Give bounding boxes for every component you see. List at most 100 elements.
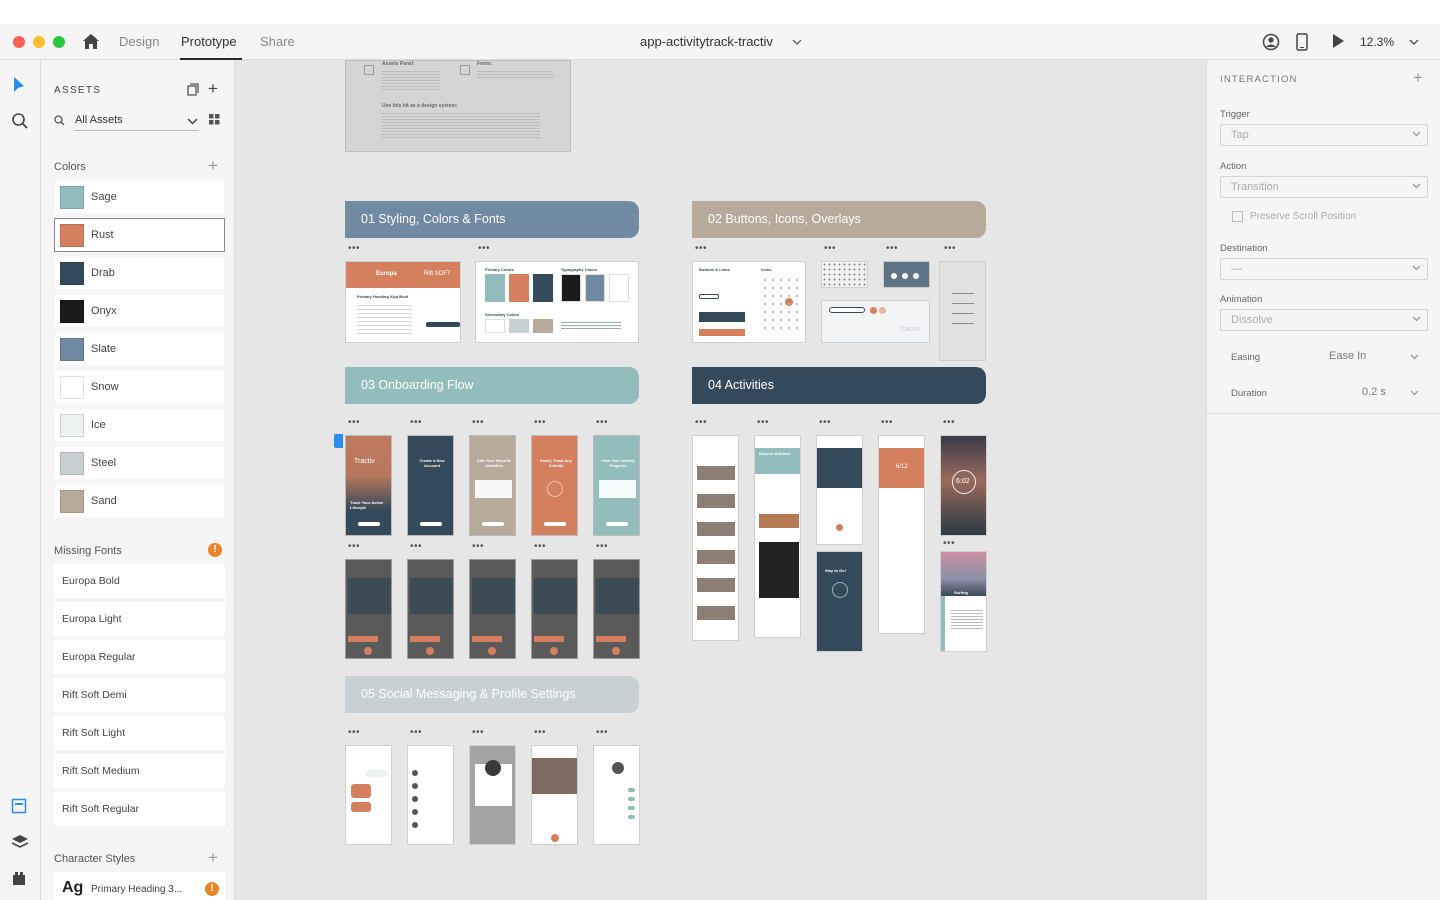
onboarding-screen[interactable]: Create a New Account	[407, 435, 454, 536]
onboarding-screen[interactable]: Track Your Active Lifestyle Tractiv	[345, 435, 392, 536]
activity-screen[interactable]	[816, 435, 863, 545]
onboarding-overlay-screen[interactable]	[593, 559, 640, 659]
onboarding-overlay-screen[interactable]	[345, 559, 392, 659]
onboarding-overlay-screen[interactable]	[531, 559, 578, 659]
maximize-window-button[interactable]	[53, 36, 65, 48]
activity-screen[interactable]: 6/12	[878, 435, 925, 634]
duration-chevron-icon[interactable]	[1410, 390, 1419, 396]
warning-icon[interactable]: !	[208, 543, 222, 557]
plugins-icon[interactable]	[11, 870, 27, 886]
play-icon[interactable]	[1331, 33, 1345, 49]
destination-select[interactable]: —	[1220, 258, 1428, 280]
artboard-menu-dots[interactable]: •••	[478, 244, 490, 254]
social-screen[interactable]	[407, 745, 454, 845]
color-row-onyx[interactable]: Onyx	[54, 294, 225, 328]
color-row-slate[interactable]: Slate	[54, 332, 225, 366]
artboard-menu-dots[interactable]: •••	[348, 418, 360, 428]
artboard-modal[interactable]: Tractiv	[821, 300, 930, 343]
tab-prototype[interactable]: Prototype	[181, 34, 237, 49]
social-screen[interactable]	[469, 745, 516, 845]
section-banner-buttons[interactable]: 02 Buttons, Icons, Overlays	[692, 201, 986, 238]
artboard-menu-dots[interactable]: •••	[534, 418, 546, 428]
activity-complete-screen[interactable]: Way to Go!	[816, 551, 863, 652]
character-style-row[interactable]: Ag Primary Heading 3... !	[54, 872, 225, 900]
activity-screen[interactable]: 6:02	[940, 435, 987, 536]
trigger-select[interactable]: Tap	[1220, 124, 1428, 146]
section-banner-onboarding[interactable]: 03 Onboarding Flow	[345, 367, 639, 404]
close-window-button[interactable]	[13, 36, 25, 48]
filter-chevron-icon[interactable]	[187, 118, 198, 125]
color-row-drab[interactable]: Drab	[54, 256, 225, 290]
document-title[interactable]: app-activitytrack-tractiv	[640, 34, 773, 49]
chevron-down-icon[interactable]	[792, 39, 802, 46]
artboard-menu-dots[interactable]: •••	[819, 418, 831, 428]
artboard-menu-dots[interactable]: •••	[944, 244, 956, 254]
asset-filter-select[interactable]: All Assets	[75, 114, 123, 126]
artboard-menu-dots[interactable]: •••	[596, 728, 608, 738]
artboard-menu-dots[interactable]: •••	[695, 244, 707, 254]
design-system-notes-artboard[interactable]: Assets Panel: Fonts: Use this kit as a d…	[345, 60, 571, 152]
surfing-detail-screen[interactable]: Surfing	[940, 551, 987, 652]
animation-select[interactable]: Dissolve	[1220, 309, 1428, 331]
artboard-menu-dots[interactable]: •••	[348, 542, 360, 552]
artboard-menu-dots[interactable]: •••	[410, 728, 422, 738]
artboard-menu-dots[interactable]: •••	[943, 418, 955, 428]
user-icon[interactable]	[1262, 33, 1280, 51]
easing-select[interactable]: Ease In	[1329, 350, 1366, 362]
missing-font-row[interactable]: Rift Soft Regular	[54, 792, 225, 826]
artboard-menu-dots[interactable]: •••	[534, 728, 546, 738]
artboard-menu-dots[interactable]: •••	[943, 539, 955, 549]
artboard-menu-dots[interactable]: •••	[410, 542, 422, 552]
artboard-menu[interactable]	[939, 261, 986, 361]
artboard-menu-dots[interactable]: •••	[410, 418, 422, 428]
social-screen[interactable]	[593, 745, 640, 845]
artboard-menu-dots[interactable]: •••	[348, 244, 360, 254]
artboard-colors[interactable]: Primary Colors Typography Colors Seconda…	[475, 261, 639, 343]
artboard-menu-dots[interactable]: •••	[472, 418, 484, 428]
artboard-menu-dots[interactable]: •••	[348, 728, 360, 738]
color-row-sand[interactable]: Sand	[54, 484, 225, 518]
add-linked-asset-icon[interactable]	[187, 83, 199, 96]
zoom-level[interactable]: 12.3%	[1360, 35, 1394, 49]
add-color-icon[interactable]: +	[208, 157, 218, 174]
add-character-style-icon[interactable]: +	[208, 849, 218, 866]
artboard-menu-dots[interactable]: •••	[886, 244, 898, 254]
section-banner-styling[interactable]: 01 Styling, Colors & Fonts	[345, 201, 639, 238]
color-row-snow[interactable]: Snow	[54, 370, 225, 404]
color-row-ice[interactable]: Ice	[54, 408, 225, 442]
artboard-overlay[interactable]	[883, 261, 930, 288]
device-preview-icon[interactable]	[1296, 33, 1308, 51]
social-screen[interactable]	[531, 745, 578, 845]
artboard-menu-dots[interactable]: •••	[472, 542, 484, 552]
artboard-menu-dots[interactable]: •••	[596, 542, 608, 552]
onboarding-screen[interactable]: Add Your Favorite Activities	[469, 435, 516, 536]
duration-select[interactable]: 0.2 s	[1362, 386, 1386, 398]
activity-screen[interactable]: Discover Activities	[754, 435, 801, 638]
flow-start-indicator[interactable]	[334, 434, 343, 448]
character-style-warning-icon[interactable]: !	[205, 882, 219, 896]
artboard-buttons[interactable]: Buttons & Links Icons	[692, 261, 806, 343]
artboard-menu-dots[interactable]: •••	[881, 418, 893, 428]
zoom-tool-icon[interactable]	[11, 112, 29, 130]
missing-font-row[interactable]: Europa Regular	[54, 640, 225, 674]
artboard-menu-dots[interactable]: •••	[824, 244, 836, 254]
missing-font-row[interactable]: Europa Bold	[54, 564, 225, 598]
layers-icon[interactable]	[11, 834, 29, 850]
action-select[interactable]: Transition	[1220, 176, 1428, 198]
onboarding-screen[interactable]: View Your Weekly Progress	[593, 435, 640, 536]
artboard-keyboard[interactable]	[821, 261, 868, 288]
onboarding-overlay-screen[interactable]	[407, 559, 454, 659]
activity-screen[interactable]	[692, 435, 739, 641]
add-asset-icon[interactable]: +	[208, 80, 218, 97]
social-screen[interactable]	[345, 745, 392, 845]
missing-font-row[interactable]: Rift Soft Light	[54, 716, 225, 750]
home-icon[interactable]	[82, 33, 100, 50]
add-interaction-icon[interactable]: +	[1413, 69, 1423, 86]
color-row-rust[interactable]: Rust	[54, 218, 225, 252]
preserve-scroll-checkbox[interactable]	[1232, 211, 1243, 222]
select-tool-icon[interactable]	[11, 76, 27, 94]
color-row-steel[interactable]: Steel	[54, 446, 225, 480]
artboard-menu-dots[interactable]: •••	[534, 542, 546, 552]
zoom-chevron-icon[interactable]	[1409, 39, 1419, 46]
artboard-menu-dots[interactable]: •••	[596, 418, 608, 428]
